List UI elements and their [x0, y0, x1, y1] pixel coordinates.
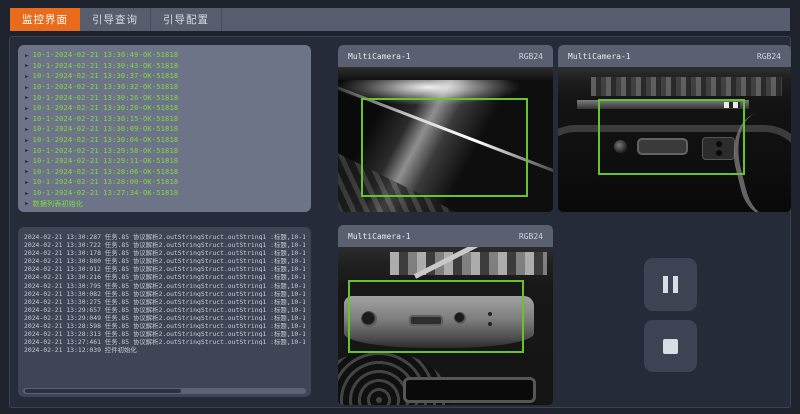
log-line: 2024-02-21 13:30:795 任务.85_协议解析2.outStri…	[24, 281, 305, 289]
result-list-item[interactable]: ▶ 10-1-2024-02-21 13:30:20-OK-51818	[25, 103, 304, 114]
result-item-label: 10-1-2024-02-21 13:30:37-OK-51818	[33, 72, 179, 80]
camera-1-feed	[338, 67, 553, 212]
scene-detail	[338, 67, 553, 80]
detection-box	[598, 99, 745, 174]
app-window: 监控界面 引导查询 引导配置 ▶ 10-1-2024-02-21 13:30:4…	[0, 0, 800, 414]
scene-detail	[591, 77, 782, 96]
log-line: 2024-02-21 13:30:178 任务.85_协议解析2.outStri…	[24, 248, 305, 256]
result-item-label: 10-1-2024-02-21 13:29:58-OK-51818	[33, 147, 179, 155]
result-item-label: 10-1-2024-02-21 13:29:11-OK-51818	[33, 157, 179, 165]
scene-detail	[403, 377, 536, 404]
log-line: 2024-02-21 13:27:461 任务.85_协议解析2.outStri…	[24, 337, 305, 345]
log-line: 2024-02-21 13:30:287 任务.85_协议解析2.outStri…	[24, 232, 305, 240]
camera-3-title: MultiCamera-1	[348, 232, 411, 241]
result-item-label: 10-1-2024-02-21 13:30:49-OK-51818	[33, 51, 179, 59]
result-list-item[interactable]: ▶ 10-1-2024-02-21 13:30:49-OK-51818	[25, 50, 304, 61]
expand-arrow-icon: ▶	[25, 147, 29, 153]
result-list-item[interactable]: ▶ 10-1-2024-02-21 13:30:37-OK-51818	[25, 71, 304, 82]
camera-2-title: MultiCamera-1	[568, 52, 631, 61]
result-list-item[interactable]: ▶ 10-1-2024-02-21 13:30:09-OK-51818	[25, 124, 304, 135]
scene-detail	[390, 252, 547, 276]
log-line: 2024-02-21 13:30:912 任务.85_协议解析2.outStri…	[24, 264, 305, 272]
tab-bar: 监控界面 引导查询 引导配置	[10, 8, 790, 31]
result-item-label: 10-1-2024-02-21 13:30:15-OK-51818	[33, 115, 179, 123]
camera-3-header: MultiCamera-1 RGB24	[338, 225, 553, 247]
log-line: 2024-02-21 13:12:039 控件初始化	[24, 345, 305, 353]
pause-icon	[663, 276, 678, 293]
result-item-label: 10-1-2024-02-21 13:30:26-OK-51818	[33, 94, 179, 102]
result-item-label: 10-1-2024-02-21 13:30:43-OK-51818	[33, 62, 179, 70]
log-line: 2024-02-21 13:28:598 任务.85_协议解析2.outStri…	[24, 321, 305, 329]
expand-arrow-icon: ▶	[25, 73, 29, 79]
result-item-label: 10-1-2024-02-21 13:28:06-OK-51818	[33, 168, 179, 176]
expand-arrow-icon: ▶	[25, 84, 29, 90]
result-list-panel[interactable]: ▶ 10-1-2024-02-21 13:30:49-OK-51818 ▶ 10…	[18, 45, 311, 212]
result-list-item[interactable]: ▶ 10-1-2024-02-21 13:30:04-OK-51818	[25, 135, 304, 146]
detection-box	[361, 98, 528, 197]
expand-arrow-icon: ▶	[25, 95, 29, 101]
log-line: 2024-02-21 13:30:082 任务.85_协议解析2.outStri…	[24, 289, 305, 297]
log-line: 2024-02-21 13:29:049 任务.85_协议解析2.outStri…	[24, 313, 305, 321]
result-item-label: 10-1-2024-02-21 13:28:00-OK-51818	[33, 178, 179, 186]
log-line: 2024-02-21 13:30:722 任务.85_协议解析2.outStri…	[24, 240, 305, 248]
result-list-item[interactable]: ▶ 10-1-2024-02-21 13:28:06-OK-51818	[25, 167, 304, 178]
pause-button[interactable]	[644, 258, 697, 311]
result-item-label: 数据列表初始化	[33, 199, 83, 209]
camera-3-format-badge: RGB24	[519, 232, 543, 241]
log-line: 2024-02-21 13:30:880 任务.85_协议解析2.outStri…	[24, 256, 305, 264]
scrollbar-thumb[interactable]	[25, 389, 181, 393]
result-list-item[interactable]: ▶ 10-1-2024-02-21 13:30:15-OK-51818	[25, 114, 304, 125]
camera-3-feed	[338, 247, 553, 405]
result-list-item[interactable]: ▶ 10-1-2024-02-21 13:29:58-OK-51818	[25, 145, 304, 156]
expand-arrow-icon: ▶	[25, 105, 29, 111]
camera-panel-1: MultiCamera-1 RGB24	[338, 45, 553, 212]
message-log-panel: 2024-02-21 13:30:287 任务.85_协议解析2.outStri…	[18, 227, 311, 397]
result-item-label: 10-1-2024-02-21 13:27:34-OK-51818	[33, 189, 179, 197]
result-list-item[interactable]: ▶ 10-1-2024-02-21 13:30:32-OK-51818	[25, 82, 304, 93]
tab-guide-query[interactable]: 引导查询	[80, 8, 151, 31]
result-item-label: 10-1-2024-02-21 13:30:32-OK-51818	[33, 83, 179, 91]
camera-panel-3: MultiCamera-1 RGB24	[338, 225, 553, 405]
expand-arrow-icon: ▶	[25, 200, 29, 206]
result-list-item[interactable]: ▶ 10-1-2024-02-21 13:28:00-OK-51818	[25, 177, 304, 188]
log-line: 2024-02-21 13:29:657 任务.85_协议解析2.outStri…	[24, 305, 305, 313]
camera-panel-2: MultiCamera-1 RGB24	[558, 45, 791, 212]
tab-guide-config[interactable]: 引导配置	[151, 8, 222, 31]
result-list-item[interactable]: ▶ 10-1-2024-02-21 13:30:43-OK-51818	[25, 61, 304, 72]
expand-arrow-icon: ▶	[25, 190, 29, 196]
result-list-item[interactable]: ▶ 10-1-2024-02-21 13:29:11-OK-51818	[25, 156, 304, 167]
camera-2-header: MultiCamera-1 RGB24	[558, 45, 791, 67]
log-line: 2024-02-21 13:30:275 任务.85_协议解析2.outStri…	[24, 297, 305, 305]
result-item-label: 10-1-2024-02-21 13:30:09-OK-51818	[33, 125, 179, 133]
expand-arrow-icon: ▶	[25, 158, 29, 164]
tab-monitor[interactable]: 监控界面	[10, 8, 80, 31]
camera-1-header: MultiCamera-1 RGB24	[338, 45, 553, 67]
expand-arrow-icon: ▶	[25, 179, 29, 185]
stop-icon	[663, 339, 678, 354]
log-line: 2024-02-21 13:30:216 任务.85_协议解析2.outStri…	[24, 272, 305, 280]
expand-arrow-icon: ▶	[25, 126, 29, 132]
expand-arrow-icon: ▶	[25, 116, 29, 122]
expand-arrow-icon: ▶	[25, 63, 29, 69]
horizontal-scrollbar[interactable]	[23, 388, 306, 394]
result-item-label: 10-1-2024-02-21 13:30:04-OK-51818	[33, 136, 179, 144]
expand-arrow-icon: ▶	[25, 137, 29, 143]
result-item-label: 10-1-2024-02-21 13:30:20-OK-51818	[33, 104, 179, 112]
expand-arrow-icon: ▶	[25, 169, 29, 175]
result-list-item[interactable]: ▶ 10-1-2024-02-21 13:27:34-OK-51818	[25, 188, 304, 199]
stop-button[interactable]	[644, 320, 697, 372]
camera-2-feed	[558, 67, 791, 212]
result-list-item[interactable]: ▶ 10-1-2024-02-21 13:30:26-OK-51818	[25, 92, 304, 103]
detection-box	[348, 280, 524, 353]
expand-arrow-icon: ▶	[25, 52, 29, 58]
camera-2-format-badge: RGB24	[757, 52, 781, 61]
camera-1-format-badge: RGB24	[519, 52, 543, 61]
camera-1-title: MultiCamera-1	[348, 52, 411, 61]
log-line: 2024-02-21 13:28:313 任务.85_协议解析2.outStri…	[24, 329, 305, 337]
result-list-item[interactable]: ▶ 数据列表初始化	[25, 198, 304, 209]
